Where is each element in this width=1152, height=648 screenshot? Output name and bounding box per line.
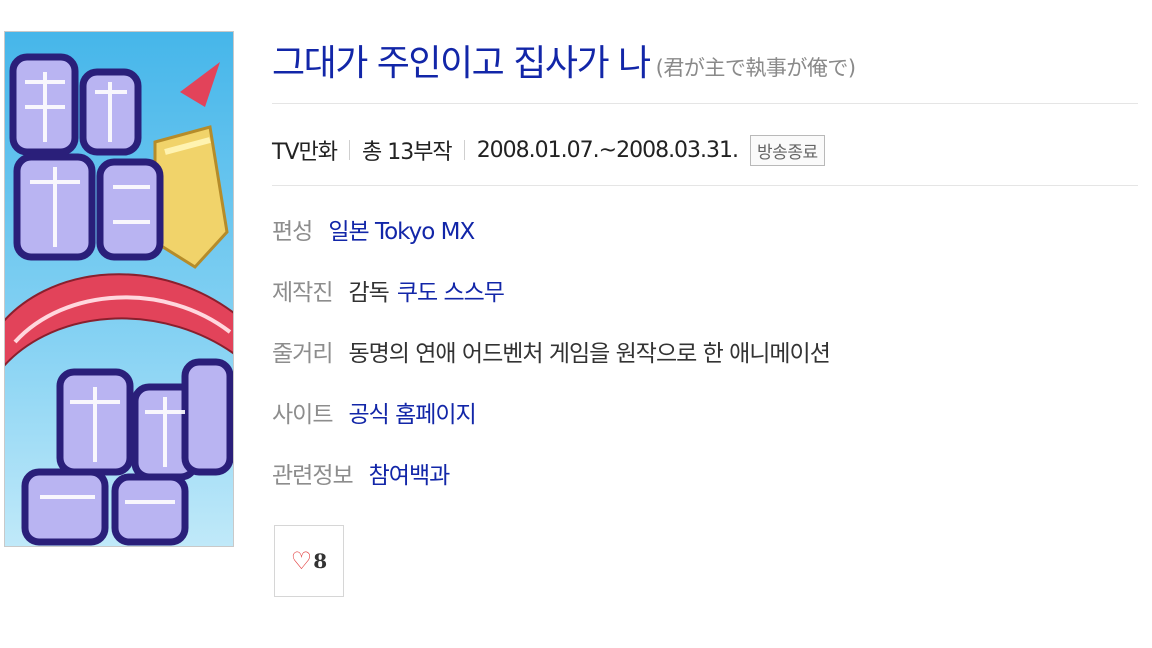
related-link[interactable]: 참여백과 xyxy=(369,456,451,490)
like-button[interactable]: ♡ 8 xyxy=(274,525,344,597)
synopsis-text: 동명의 연애 어드벤처 게임을 원작으로 한 애니메이션 xyxy=(348,341,830,367)
meta-separator xyxy=(463,140,465,160)
staff-label: 제작진 xyxy=(272,280,333,306)
divider xyxy=(272,103,1138,104)
like-count: 8 xyxy=(313,549,328,573)
synopsis-label: 줄거리 xyxy=(272,341,333,367)
detail-row-staff: 제작진 감독 쿠도 스스무 xyxy=(272,273,838,334)
staff-role: 감독 xyxy=(348,280,389,306)
air-period: 2008.01.07.~2008.03.31. xyxy=(476,137,739,163)
status-badge: 방송종료 xyxy=(750,134,825,166)
poster-art xyxy=(5,32,233,546)
divider xyxy=(272,185,1138,186)
episode-count: 총 13부작 xyxy=(361,140,453,165)
meta-separator xyxy=(348,140,350,160)
title-row: 그대가 주인이고 집사가 나 (君が主で執事が俺で) xyxy=(272,34,856,86)
detail-row-related: 관련정보 참여백과 xyxy=(272,456,838,517)
official-site-link[interactable]: 공식 홈페이지 xyxy=(348,395,476,429)
original-title: (君が主で執事が俺で) xyxy=(655,56,856,80)
media-type: TV만화 xyxy=(272,140,338,165)
network-link[interactable]: 일본 Tokyo MX xyxy=(328,212,475,246)
detail-row-site: 사이트 공식 홈페이지 xyxy=(272,395,838,456)
related-label: 관련정보 xyxy=(272,463,354,489)
heart-icon: ♡ xyxy=(290,547,313,575)
details-list: 편성 일본 Tokyo MX 제작진 감독 쿠도 스스무 줄거리 동명의 연애 … xyxy=(272,212,838,517)
poster-image[interactable] xyxy=(4,31,234,547)
detail-row-synopsis: 줄거리 동명의 연애 어드벤처 게임을 원작으로 한 애니메이션 xyxy=(272,334,838,395)
detail-row-network: 편성 일본 Tokyo MX xyxy=(272,212,838,273)
page-title[interactable]: 그대가 주인이고 집사가 나 xyxy=(272,43,651,84)
site-label: 사이트 xyxy=(272,402,333,428)
network-label: 편성 xyxy=(272,219,313,245)
director-link[interactable]: 쿠도 스스무 xyxy=(397,273,505,307)
meta-row: TV만화 총 13부작 2008.01.07.~2008.03.31. 방송종료 xyxy=(272,130,825,170)
